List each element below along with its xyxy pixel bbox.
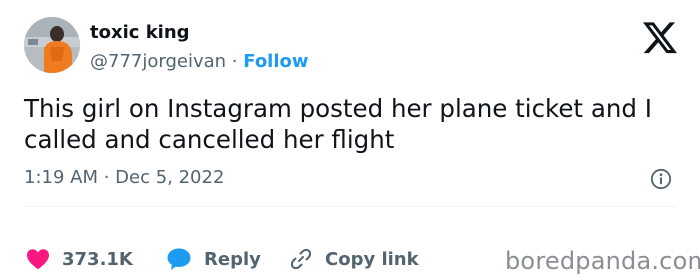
author-handle[interactable]: @777jorgeivan <box>90 51 226 72</box>
avatar-photo <box>24 17 80 73</box>
author-display-name[interactable]: toxic king <box>90 22 190 43</box>
reply-button[interactable]: Reply <box>166 247 261 271</box>
watermark: boredpanda.com <box>505 247 700 275</box>
like-count: 373.1K <box>62 248 133 270</box>
copy-link-label: Copy link <box>325 248 419 270</box>
like-button[interactable]: 373.1K <box>26 247 133 271</box>
heart-icon <box>27 249 49 270</box>
reply-label: Reply <box>204 248 261 270</box>
avatar[interactable] <box>24 17 80 73</box>
handle-separator: · <box>231 51 238 72</box>
author-handle-row: @777jorgeivan · Follow <box>90 51 309 72</box>
tweet-timestamp[interactable]: 1:19 AM · Dec 5, 2022 <box>24 167 224 188</box>
x-logo-icon[interactable] <box>643 22 677 54</box>
info-icon[interactable] <box>650 168 672 190</box>
copy-link-button[interactable]: Copy link <box>289 247 419 271</box>
tweet-text: This girl on Instagram posted her plane … <box>24 94 652 154</box>
follow-button[interactable]: Follow <box>243 51 308 72</box>
divider <box>24 206 676 207</box>
reply-icon <box>167 248 191 270</box>
link-icon <box>290 248 312 270</box>
